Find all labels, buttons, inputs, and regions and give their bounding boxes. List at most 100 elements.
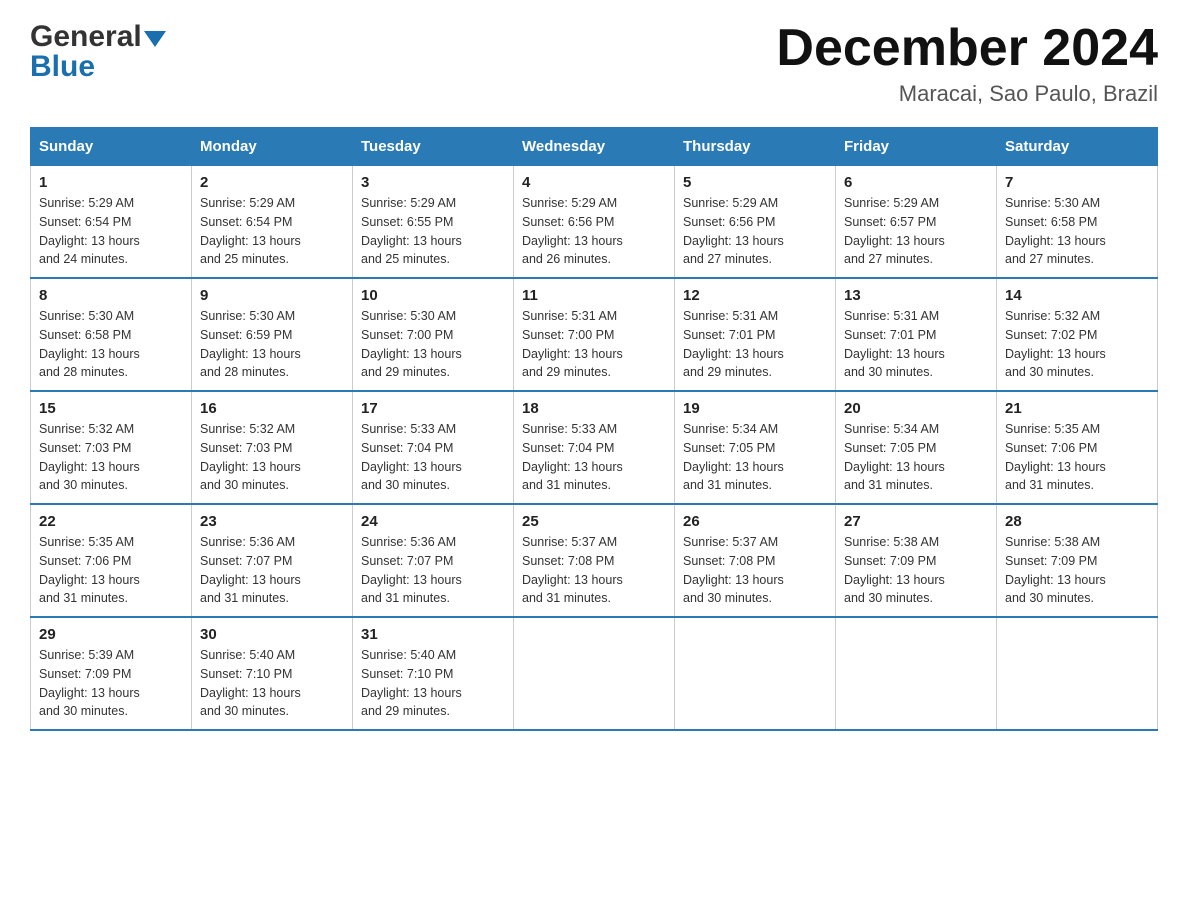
day-info: Sunrise: 5:29 AMSunset: 6:57 PMDaylight:… — [844, 196, 945, 266]
day-number: 22 — [39, 513, 183, 530]
day-info: Sunrise: 5:38 AMSunset: 7:09 PMDaylight:… — [1005, 535, 1106, 605]
calendar-cell-w3d6: 20 Sunrise: 5:34 AMSunset: 7:05 PMDaylig… — [836, 391, 997, 504]
day-info: Sunrise: 5:32 AMSunset: 7:02 PMDaylight:… — [1005, 309, 1106, 379]
day-number: 10 — [361, 287, 505, 304]
day-info: Sunrise: 5:39 AMSunset: 7:09 PMDaylight:… — [39, 648, 140, 718]
calendar-cell-w2d1: 8 Sunrise: 5:30 AMSunset: 6:58 PMDayligh… — [31, 278, 192, 391]
day-number: 31 — [361, 626, 505, 643]
header-wednesday: Wednesday — [514, 128, 675, 166]
day-number: 3 — [361, 174, 505, 191]
logo-blue-text: Blue — [30, 50, 95, 84]
calendar-cell-w3d2: 16 Sunrise: 5:32 AMSunset: 7:03 PMDaylig… — [192, 391, 353, 504]
day-info: Sunrise: 5:30 AMSunset: 7:00 PMDaylight:… — [361, 309, 462, 379]
day-info: Sunrise: 5:36 AMSunset: 7:07 PMDaylight:… — [361, 535, 462, 605]
day-info: Sunrise: 5:40 AMSunset: 7:10 PMDaylight:… — [200, 648, 301, 718]
day-number: 11 — [522, 287, 666, 304]
day-info: Sunrise: 5:36 AMSunset: 7:07 PMDaylight:… — [200, 535, 301, 605]
calendar-cell-w1d4: 4 Sunrise: 5:29 AMSunset: 6:56 PMDayligh… — [514, 166, 675, 279]
header-friday: Friday — [836, 128, 997, 166]
day-number: 18 — [522, 400, 666, 417]
day-number: 23 — [200, 513, 344, 530]
day-number: 20 — [844, 400, 988, 417]
day-number: 30 — [200, 626, 344, 643]
calendar-cell-w4d2: 23 Sunrise: 5:36 AMSunset: 7:07 PMDaylig… — [192, 504, 353, 617]
day-number: 8 — [39, 287, 183, 304]
day-number: 1 — [39, 174, 183, 191]
day-info: Sunrise: 5:29 AMSunset: 6:56 PMDaylight:… — [683, 196, 784, 266]
calendar-cell-w1d6: 6 Sunrise: 5:29 AMSunset: 6:57 PMDayligh… — [836, 166, 997, 279]
calendar-cell-w4d4: 25 Sunrise: 5:37 AMSunset: 7:08 PMDaylig… — [514, 504, 675, 617]
logo-triangle-icon — [144, 27, 166, 49]
day-number: 27 — [844, 513, 988, 530]
calendar-cell-w1d2: 2 Sunrise: 5:29 AMSunset: 6:54 PMDayligh… — [192, 166, 353, 279]
calendar-cell-w5d6 — [836, 617, 997, 730]
day-number: 6 — [844, 174, 988, 191]
calendar-cell-w2d4: 11 Sunrise: 5:31 AMSunset: 7:00 PMDaylig… — [514, 278, 675, 391]
day-number: 28 — [1005, 513, 1149, 530]
week-row-4: 22 Sunrise: 5:35 AMSunset: 7:06 PMDaylig… — [31, 504, 1158, 617]
day-number: 12 — [683, 287, 827, 304]
day-number: 25 — [522, 513, 666, 530]
day-info: Sunrise: 5:37 AMSunset: 7:08 PMDaylight:… — [683, 535, 784, 605]
day-info: Sunrise: 5:31 AMSunset: 7:00 PMDaylight:… — [522, 309, 623, 379]
day-number: 26 — [683, 513, 827, 530]
week-row-3: 15 Sunrise: 5:32 AMSunset: 7:03 PMDaylig… — [31, 391, 1158, 504]
calendar-cell-w3d1: 15 Sunrise: 5:32 AMSunset: 7:03 PMDaylig… — [31, 391, 192, 504]
day-number: 5 — [683, 174, 827, 191]
calendar-cell-w4d7: 28 Sunrise: 5:38 AMSunset: 7:09 PMDaylig… — [997, 504, 1158, 617]
calendar-cell-w2d5: 12 Sunrise: 5:31 AMSunset: 7:01 PMDaylig… — [675, 278, 836, 391]
calendar-cell-w5d4 — [514, 617, 675, 730]
calendar-cell-w3d7: 21 Sunrise: 5:35 AMSunset: 7:06 PMDaylig… — [997, 391, 1158, 504]
calendar-cell-w5d1: 29 Sunrise: 5:39 AMSunset: 7:09 PMDaylig… — [31, 617, 192, 730]
header-tuesday: Tuesday — [353, 128, 514, 166]
calendar-cell-w2d2: 9 Sunrise: 5:30 AMSunset: 6:59 PMDayligh… — [192, 278, 353, 391]
header-thursday: Thursday — [675, 128, 836, 166]
calendar-cell-w2d3: 10 Sunrise: 5:30 AMSunset: 7:00 PMDaylig… — [353, 278, 514, 391]
day-info: Sunrise: 5:30 AMSunset: 6:58 PMDaylight:… — [39, 309, 140, 379]
day-info: Sunrise: 5:31 AMSunset: 7:01 PMDaylight:… — [844, 309, 945, 379]
logo: General Blue — [30, 20, 166, 84]
week-row-1: 1 Sunrise: 5:29 AMSunset: 6:54 PMDayligh… — [31, 166, 1158, 279]
day-number: 17 — [361, 400, 505, 417]
header-saturday: Saturday — [997, 128, 1158, 166]
calendar-cell-w4d1: 22 Sunrise: 5:35 AMSunset: 7:06 PMDaylig… — [31, 504, 192, 617]
calendar-cell-w1d7: 7 Sunrise: 5:30 AMSunset: 6:58 PMDayligh… — [997, 166, 1158, 279]
logo-general-text: General — [30, 20, 142, 54]
day-info: Sunrise: 5:33 AMSunset: 7:04 PMDaylight:… — [522, 422, 623, 492]
day-number: 16 — [200, 400, 344, 417]
day-number: 13 — [844, 287, 988, 304]
calendar-cell-w5d3: 31 Sunrise: 5:40 AMSunset: 7:10 PMDaylig… — [353, 617, 514, 730]
week-row-2: 8 Sunrise: 5:30 AMSunset: 6:58 PMDayligh… — [31, 278, 1158, 391]
page-subtitle: Maracai, Sao Paulo, Brazil — [776, 81, 1158, 107]
header-sunday: Sunday — [31, 128, 192, 166]
day-info: Sunrise: 5:32 AMSunset: 7:03 PMDaylight:… — [39, 422, 140, 492]
day-info: Sunrise: 5:30 AMSunset: 6:58 PMDaylight:… — [1005, 196, 1106, 266]
day-number: 2 — [200, 174, 344, 191]
title-block: December 2024 Maracai, Sao Paulo, Brazil — [776, 20, 1158, 107]
day-number: 24 — [361, 513, 505, 530]
day-info: Sunrise: 5:34 AMSunset: 7:05 PMDaylight:… — [844, 422, 945, 492]
page-title: December 2024 — [776, 20, 1158, 77]
header-monday: Monday — [192, 128, 353, 166]
calendar-cell-w4d3: 24 Sunrise: 5:36 AMSunset: 7:07 PMDaylig… — [353, 504, 514, 617]
day-info: Sunrise: 5:40 AMSunset: 7:10 PMDaylight:… — [361, 648, 462, 718]
calendar-cell-w4d5: 26 Sunrise: 5:37 AMSunset: 7:08 PMDaylig… — [675, 504, 836, 617]
day-info: Sunrise: 5:29 AMSunset: 6:55 PMDaylight:… — [361, 196, 462, 266]
day-number: 9 — [200, 287, 344, 304]
day-info: Sunrise: 5:38 AMSunset: 7:09 PMDaylight:… — [844, 535, 945, 605]
day-number: 14 — [1005, 287, 1149, 304]
calendar-cell-w1d1: 1 Sunrise: 5:29 AMSunset: 6:54 PMDayligh… — [31, 166, 192, 279]
calendar-cell-w3d3: 17 Sunrise: 5:33 AMSunset: 7:04 PMDaylig… — [353, 391, 514, 504]
day-number: 19 — [683, 400, 827, 417]
calendar-cell-w1d5: 5 Sunrise: 5:29 AMSunset: 6:56 PMDayligh… — [675, 166, 836, 279]
day-info: Sunrise: 5:33 AMSunset: 7:04 PMDaylight:… — [361, 422, 462, 492]
day-info: Sunrise: 5:31 AMSunset: 7:01 PMDaylight:… — [683, 309, 784, 379]
day-info: Sunrise: 5:30 AMSunset: 6:59 PMDaylight:… — [200, 309, 301, 379]
day-number: 21 — [1005, 400, 1149, 417]
day-info: Sunrise: 5:35 AMSunset: 7:06 PMDaylight:… — [39, 535, 140, 605]
calendar-cell-w5d2: 30 Sunrise: 5:40 AMSunset: 7:10 PMDaylig… — [192, 617, 353, 730]
day-number: 4 — [522, 174, 666, 191]
day-info: Sunrise: 5:34 AMSunset: 7:05 PMDaylight:… — [683, 422, 784, 492]
day-number: 15 — [39, 400, 183, 417]
calendar-body: 1 Sunrise: 5:29 AMSunset: 6:54 PMDayligh… — [31, 166, 1158, 731]
